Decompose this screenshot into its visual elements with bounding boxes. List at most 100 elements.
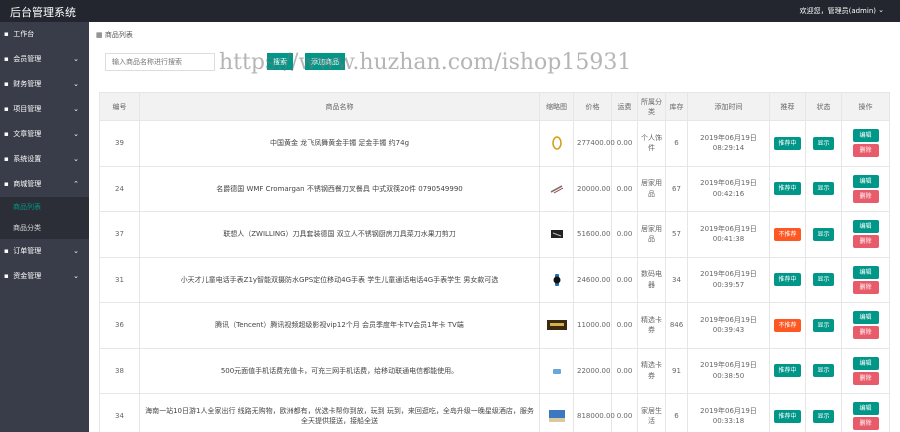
cell-stock: 67 (665, 165, 688, 212)
status-badge[interactable]: 显示 (813, 318, 834, 332)
chevron-down-icon: ⌄ (73, 155, 79, 163)
cell-thumb (539, 165, 574, 212)
recommend-badge[interactable]: 推荐中 (774, 364, 801, 378)
sidebar-item[interactable]: ▪ 工作台 (0, 22, 89, 47)
cell-name: 小天才儿童电话手表Z1y智能双摄防水GPS定位移动4G手表 学生儿童通话电话4G… (139, 256, 540, 303)
sidebar-item[interactable]: ▪ 系统设置 ⌄ (0, 147, 89, 172)
cell-category: 居家用品 (637, 165, 666, 212)
cell-time: 2019年06月19日 00:39:57 (687, 256, 770, 303)
edit-button[interactable]: 编辑 (852, 356, 879, 370)
grid-icon: ▪ (4, 180, 9, 188)
cell-actions: 编辑 删除 (841, 302, 890, 349)
cell-status: 显示 (805, 211, 842, 258)
sidebar: ▪ 工作台 ▪ 会员管理 ⌄ ▪ 财务管理 ⌄ ▪ 项目管理 ⌄ ▪ 文章管理 ⌄ ▪ 系统设置 ⌄… (0, 22, 89, 432)
status-badge[interactable]: 显示 (813, 136, 834, 150)
sidebar-item[interactable]: ▪ 订单管理 ⌄ (0, 239, 89, 264)
cell-thumb (539, 302, 574, 349)
cell-time: 2019年06月19日 00:38:50 (687, 347, 770, 394)
sidebar-item[interactable]: ▪ 资金管理 ⌄ (0, 264, 89, 289)
cell-status: 显示 (805, 347, 842, 394)
recommend-badge[interactable]: 推荐中 (774, 273, 801, 287)
product-thumbnail (547, 410, 567, 423)
recommend-badge[interactable]: 推荐中 (774, 409, 801, 423)
sidebar-item-label: 工作台 (13, 30, 35, 38)
sidebar-item[interactable]: ▪ 财务管理 ⌄ (0, 72, 89, 97)
cell-freight: 0.00 (611, 302, 638, 349)
cell-category: 居家用品 (637, 211, 666, 258)
column-header: 缩略图 (539, 92, 574, 121)
cell-id: 24 (99, 165, 140, 212)
sidebar-subitem[interactable]: 商品分类 (0, 218, 89, 239)
delete-button[interactable]: 删除 (852, 235, 879, 249)
delete-button[interactable]: 删除 (852, 417, 879, 431)
main-content: ▦ 商品列表 搜索 添加商品 https://www.huzhan.com/is… (89, 22, 900, 432)
cell-time: 2019年06月19日 00:41:38 (687, 211, 770, 258)
cell-category: 个人饰件 (637, 120, 666, 167)
cell-stock: 846 (665, 302, 688, 349)
cell-name: 名爵德国 WMF Cromargan 不锈钢西餐刀叉餐具 中式双筷20件 079… (139, 165, 540, 212)
cell-name: 联想人（ZWILLING）刀具套装德国 双立人不锈钢厨房刀具菜刀水果刀剪刀 (139, 211, 540, 258)
recommend-badge[interactable]: 不推荐 (774, 227, 801, 241)
product-thumbnail (547, 185, 567, 194)
sidebar-item[interactable]: ▪ 项目管理 ⌄ (0, 97, 89, 122)
delete-button[interactable]: 删除 (852, 326, 879, 340)
grid-icon: ▪ (4, 105, 9, 113)
delete-button[interactable]: 删除 (852, 280, 879, 294)
sidebar-subitem[interactable]: 商品列表 (0, 197, 89, 218)
edit-button[interactable]: 编辑 (852, 265, 879, 279)
user-menu[interactable]: 欢迎您，管理员(admin) (800, 6, 876, 16)
column-header: 添加时间 (687, 92, 770, 121)
cell-name: 腾讯（Tencent）腾讯视频超级影视vip12个月 会员季度年卡TV会员1年卡… (139, 302, 540, 349)
status-badge[interactable]: 显示 (813, 227, 834, 241)
search-input[interactable] (105, 53, 215, 71)
cell-price: 51600.00 (573, 211, 612, 258)
cell-price: 818000.00 (573, 393, 615, 432)
breadcrumb-label: 商品列表 (104, 31, 133, 39)
edit-button[interactable]: 编辑 (852, 174, 879, 188)
cell-id: 34 (99, 393, 140, 432)
edit-button[interactable]: 编辑 (852, 129, 879, 143)
delete-button[interactable]: 删除 (852, 189, 879, 203)
table-row: 24 名爵德国 WMF Cromargan 不锈钢西餐刀叉餐具 中式双筷20件 0… (99, 165, 890, 212)
edit-button[interactable]: 编辑 (852, 220, 879, 234)
table-body: 39 中国黄金 龙飞凤舞黄金手镯 足金手镯 约74g 277400.00 0.00 个人… (99, 120, 890, 432)
recommend-badge[interactable]: 推荐中 (774, 136, 801, 150)
cell-freight: 0.00 (611, 347, 638, 394)
table-row: 31 小天才儿童电话手表Z1y智能双摄防水GPS定位移动4G手表 学生儿童通话电话… (99, 256, 890, 303)
search-button[interactable]: 搜索 (267, 53, 293, 70)
recommend-badge[interactable]: 不推荐 (774, 318, 801, 332)
grid-icon: ▪ (4, 55, 9, 63)
cell-status: 显示 (805, 165, 842, 212)
add-product-button[interactable]: 添加商品 (305, 53, 345, 70)
chevron-down-icon[interactable]: ⌄ (878, 6, 884, 14)
status-badge[interactable]: 显示 (813, 364, 834, 378)
cell-name: 500元面值手机话费充值卡，可充三网手机话费，给移动联通电信都能使用。 (139, 347, 540, 394)
sidebar-item-label: 会员管理 (13, 55, 42, 63)
product-thumbnail (547, 273, 567, 286)
cell-actions: 编辑 删除 (841, 211, 890, 258)
sidebar-item-label: 系统设置 (13, 155, 42, 163)
status-badge[interactable]: 显示 (813, 409, 834, 423)
status-badge[interactable]: 显示 (813, 182, 834, 196)
status-badge[interactable]: 显示 (813, 273, 834, 287)
sidebar-item[interactable]: ▪ 会员管理 ⌄ (0, 47, 89, 72)
cell-stock: 57 (665, 211, 688, 258)
grid-icon: ▪ (4, 155, 9, 163)
cell-recommend: 不推荐 (769, 302, 806, 349)
table-row: 38 500元面值手机话费充值卡，可充三网手机话费，给移动联通电信都能使用。 220… (99, 347, 890, 394)
delete-button[interactable]: 删除 (852, 144, 879, 158)
cell-price: 277400.00 (573, 120, 615, 167)
edit-button[interactable]: 编辑 (852, 311, 879, 325)
sidebar-item[interactable]: ▪ 商城管理 ⌃ (0, 172, 89, 197)
table-row: 34 海南一站10日游1人全家出行 线路无购物，欧洲都有，优选卡帮你到放，玩到 玩… (99, 393, 890, 432)
cell-price: 20000.00 (573, 165, 612, 212)
sidebar-item[interactable]: ▪ 文章管理 ⌄ (0, 122, 89, 147)
topbar: 后台管理系统 欢迎您，管理员(admin) ⌄ (0, 0, 900, 22)
cell-recommend: 推荐中 (769, 120, 806, 167)
delete-button[interactable]: 删除 (852, 371, 879, 385)
cell-recommend: 推荐中 (769, 165, 806, 212)
app-title: 后台管理系统 (10, 6, 76, 19)
cell-status: 显示 (805, 302, 842, 349)
recommend-badge[interactable]: 推荐中 (774, 182, 801, 196)
edit-button[interactable]: 编辑 (852, 402, 879, 416)
